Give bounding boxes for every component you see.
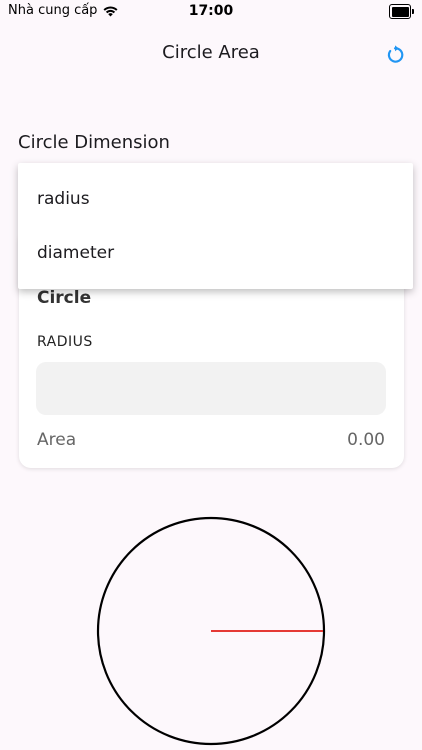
refresh-icon	[387, 45, 404, 63]
page-title: Circle Area	[162, 42, 260, 63]
area-value: 0.00	[347, 430, 385, 450]
battery-icon	[389, 4, 414, 19]
radius-input[interactable]	[36, 362, 386, 415]
area-label: Area	[37, 430, 77, 450]
menu-item-radius[interactable]: radius	[18, 172, 413, 226]
radius-field-label: RADIUS	[37, 334, 93, 350]
status-bar: Nhà cung cấp 17:00	[0, 0, 422, 24]
circle-drawing	[96, 516, 326, 746]
reset-button[interactable]	[381, 41, 409, 69]
status-time: 17:00	[188, 3, 234, 19]
menu-item-diameter[interactable]: diameter	[18, 226, 413, 280]
dimension-dropdown-menu: radius diameter	[18, 163, 413, 289]
card-title: Circle	[37, 288, 92, 308]
dimension-label: Circle Dimension	[18, 132, 170, 153]
